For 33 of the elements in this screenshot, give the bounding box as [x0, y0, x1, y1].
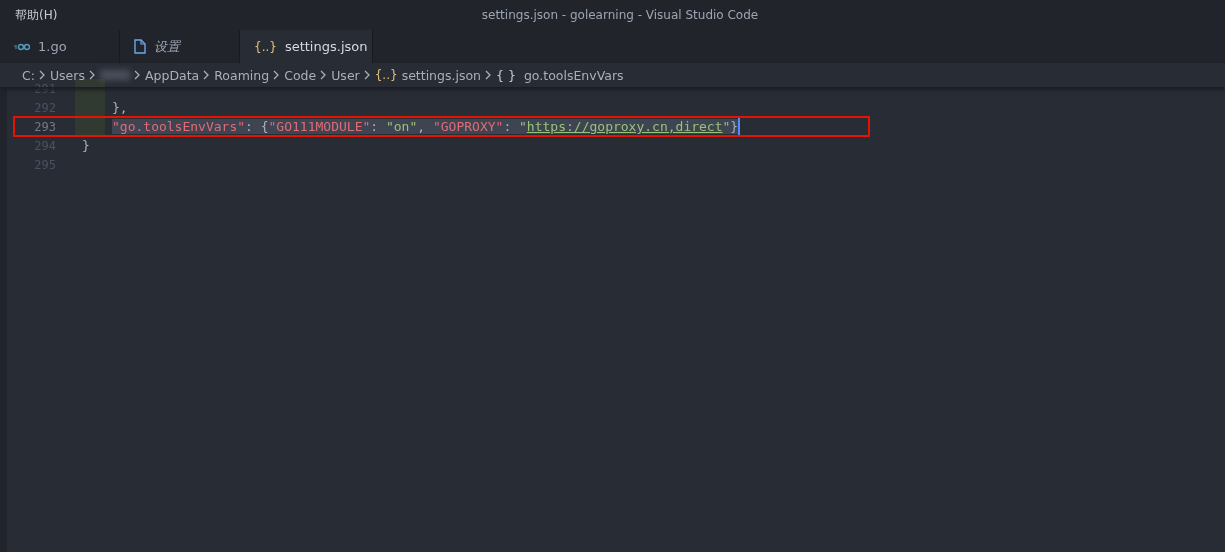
breadcrumb-item[interactable]: Code [284, 67, 317, 83]
window-title: settings.json - golearning - Visual Studio Code [481, 8, 759, 22]
breadcrumb-item[interactable]: go.toolsEnvVars [523, 67, 624, 83]
breadcrumb-item[interactable]: User [331, 67, 360, 83]
chevron-right-icon [320, 70, 328, 80]
tab-label: settings.json [284, 39, 368, 54]
breadcrumb-item[interactable]: AppData [144, 67, 200, 83]
chevron-right-icon [273, 70, 281, 80]
code-text: } [82, 138, 90, 153]
indent-guide [75, 79, 105, 136]
breadcrumb-item[interactable]: C: [22, 67, 35, 83]
chevron-right-icon [133, 70, 141, 80]
braces-icon: { } [496, 67, 516, 83]
editor-tab[interactable]: {..} settings.json [240, 30, 373, 63]
blurred-text [99, 70, 130, 80]
menu-item[interactable]: 帮助(H) [15, 6, 58, 24]
breadcrumb-item[interactable]: Users [49, 67, 85, 83]
breadcrumb-item[interactable]: settings.json [401, 67, 481, 83]
chevron-right-icon [485, 70, 492, 80]
json-icon: {..} [374, 68, 398, 82]
chevron-right-icon [203, 70, 211, 80]
line-number: 293 [33, 119, 57, 134]
chevron-right-icon [363, 70, 371, 80]
json-icon: {..} [254, 39, 277, 54]
tab-label: 1.go [38, 39, 67, 54]
code-text: }, [112, 100, 128, 115]
go-icon [14, 42, 30, 51]
tab-label: 设置 [154, 37, 180, 56]
chevron-right-icon [38, 70, 46, 80]
code-text: "go.toolsEnvVars": {"GO111MODULE": "on", "GOPROXY": "https://goproxy.cn,direct"} [112, 119, 739, 134]
text-cursor [738, 118, 741, 135]
breadcrumb-item[interactable]: Roaming [214, 67, 270, 83]
file-icon [134, 39, 146, 54]
